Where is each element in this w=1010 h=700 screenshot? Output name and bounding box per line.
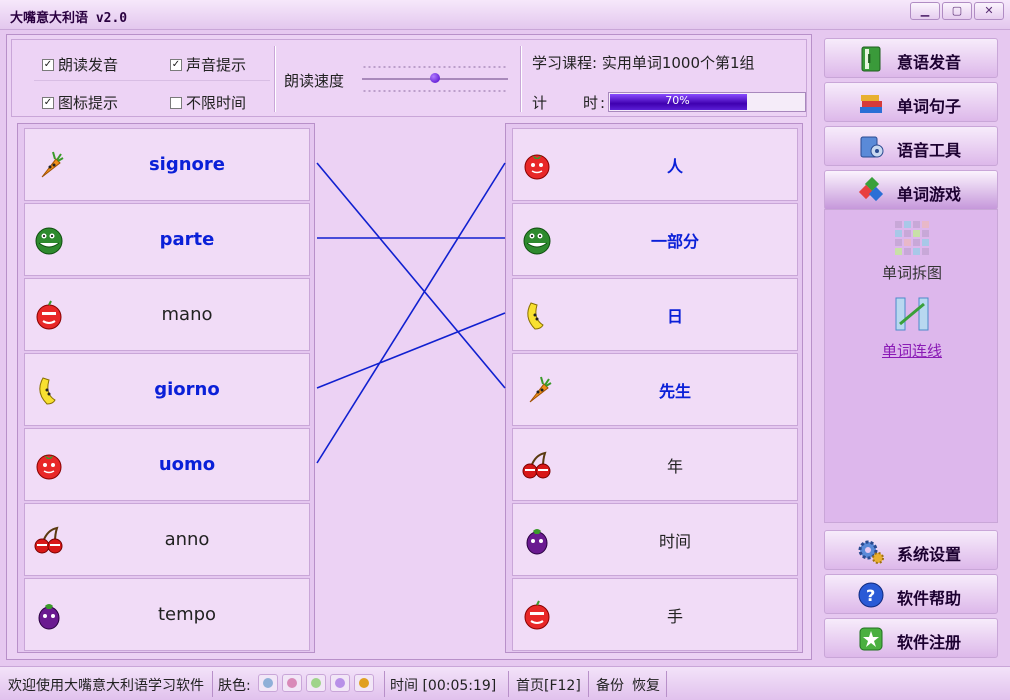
sentences-label: 单词句子 — [897, 97, 962, 116]
voice-tool-label: 语音工具 — [897, 141, 962, 160]
word-game-button[interactable]: 单词游戏 — [824, 170, 998, 210]
game-word-link[interactable]: 单词连线 — [825, 340, 999, 361]
status-separator — [666, 671, 667, 697]
connection-line — [316, 162, 506, 389]
settings-button[interactable]: 系统设置 — [824, 530, 998, 570]
books-stack-icon — [860, 95, 882, 113]
status-separator — [508, 671, 509, 697]
window-controls: ▁ ▢ ✕ — [908, 2, 1004, 20]
skin-dot-icon — [335, 678, 345, 688]
home-button[interactable]: 首页[F12] — [516, 675, 581, 695]
game-picture-split[interactable]: 单词拆图 — [825, 262, 999, 283]
register-icon — [859, 627, 883, 651]
skin-swatch[interactable] — [306, 674, 326, 692]
maximize-icon[interactable]: ▢ — [942, 2, 972, 20]
skin-swatch[interactable] — [354, 674, 374, 692]
settings-label: 系统设置 — [897, 545, 962, 564]
skin-dot-icon — [311, 678, 321, 688]
games-panel: 单词拆图 单词连线 — [824, 209, 998, 523]
voice-tool-button[interactable]: 语音工具 — [824, 126, 998, 166]
connection-line — [316, 312, 506, 389]
title-bar: 大嘴意大利语 v2.0 ▁ ▢ ✕ — [0, 0, 1010, 30]
pronunciation-label: 意语发音 — [897, 53, 962, 72]
help-button[interactable]: ? 软件帮助 — [824, 574, 998, 614]
gear-icon — [858, 540, 884, 564]
puzzle-grid-icon[interactable] — [894, 220, 930, 256]
main-panel: ✓ 朗读发音 ✓ 声音提示 ✓ 图标提示 不限时间 朗读速度 学习课程: 实用单… — [6, 34, 812, 660]
minimize-icon[interactable]: ▁ — [910, 2, 940, 20]
svg-text:?: ? — [866, 586, 875, 605]
sentences-button[interactable]: 单词句子 — [824, 82, 998, 122]
word-game-label: 单词游戏 — [897, 185, 962, 204]
welcome-text: 欢迎使用大嘴意大利语学习软件 — [8, 678, 204, 694]
backup-button[interactable]: 备份 — [596, 675, 624, 695]
skin-swatch[interactable] — [258, 674, 278, 692]
status-bar: 欢迎使用大嘴意大利语学习软件 肤色: 时间 [00:05:19] 首页[F12]… — [0, 666, 1010, 700]
skin-dot-icon — [359, 678, 369, 688]
window-title: 大嘴意大利语 v2.0 — [10, 11, 128, 26]
restore-button[interactable]: 恢复 — [632, 675, 660, 695]
connection-line — [316, 162, 506, 464]
status-separator — [384, 671, 385, 697]
svg-text:I: I — [867, 52, 871, 66]
skin-dot-icon — [287, 678, 297, 688]
register-label: 软件注册 — [897, 633, 962, 652]
help-icon: ? — [858, 582, 884, 608]
skin-dot-icon — [263, 678, 273, 688]
connection-lines — [316, 162, 506, 464]
pronunciation-button[interactable]: I 意语发音 — [824, 38, 998, 78]
skin-swatch[interactable] — [282, 674, 302, 692]
word-link-icon[interactable] — [894, 296, 930, 332]
status-separator — [588, 671, 589, 697]
sidebar: I 意语发音 单词句子 语音工具 单词游戏 单词拆图 单词连线 系统设置 ? 软… — [818, 34, 1004, 660]
voice-tool-icon — [860, 136, 884, 158]
game-icon — [858, 177, 884, 202]
skin-swatch[interactable] — [330, 674, 350, 692]
elapsed-time: 时间 [00:05:19] — [390, 678, 497, 694]
skin-label: 肤色: — [218, 678, 251, 694]
help-label: 软件帮助 — [897, 589, 962, 608]
register-button[interactable]: 软件注册 — [824, 618, 998, 658]
status-separator — [212, 671, 213, 697]
close-icon[interactable]: ✕ — [974, 2, 1004, 20]
book-icon: I — [861, 46, 881, 72]
